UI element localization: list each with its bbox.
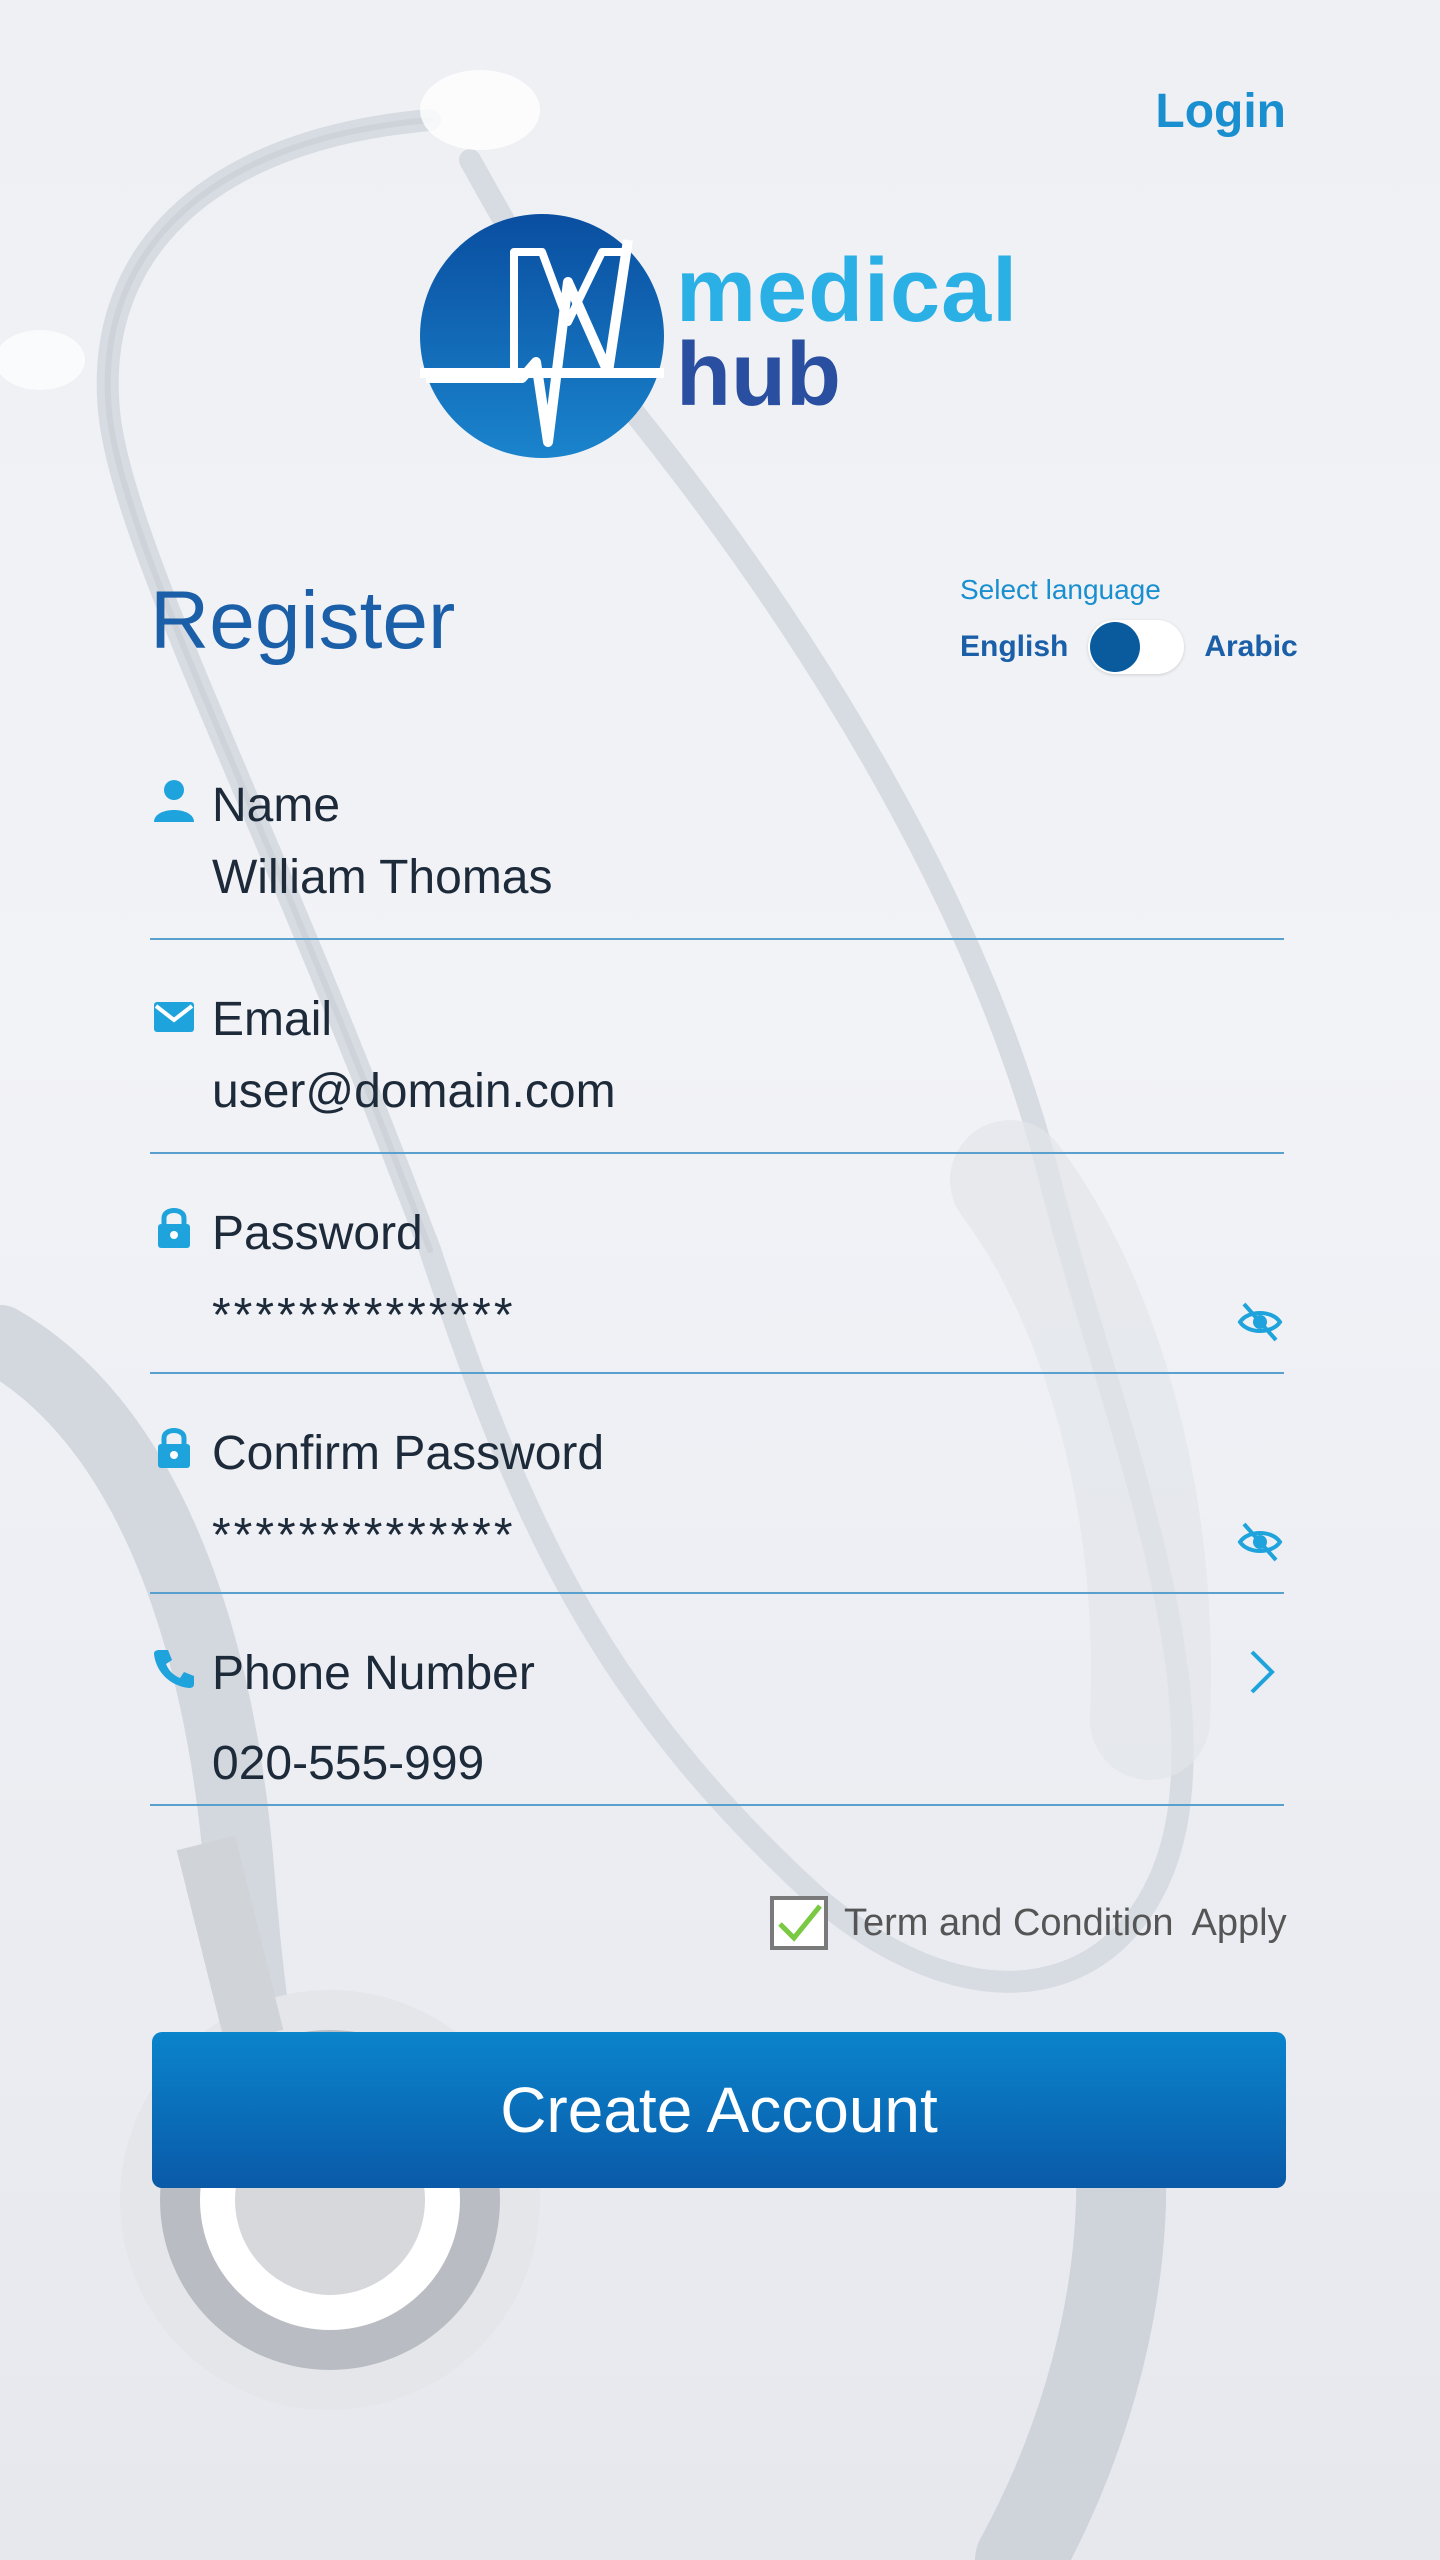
create-account-button[interactable]: Create Account: [152, 2032, 1286, 2188]
name-input[interactable]: William Thomas: [212, 854, 553, 902]
confirm-password-field[interactable]: Confirm Password **************: [150, 1420, 1284, 1594]
name-field[interactable]: Name William Thomas: [150, 772, 1284, 940]
logo-wordmark-medical: medical: [676, 241, 1019, 341]
confirm-password-input[interactable]: **************: [212, 1512, 516, 1560]
password-label: Password: [212, 1207, 423, 1260]
register-screen: Login medical hub Register Select langua…: [0, 0, 1440, 2560]
chevron-right-icon[interactable]: [1236, 1648, 1284, 1696]
eye-slash-icon[interactable]: [1236, 1518, 1284, 1566]
lock-icon: [158, 1208, 190, 1248]
person-icon: [154, 780, 194, 822]
language-option-english[interactable]: English: [960, 630, 1068, 664]
toggle-knob: [1090, 622, 1141, 672]
phone-icon: [154, 1650, 194, 1688]
page-title: Register: [150, 575, 456, 666]
confirm-password-label: Confirm Password: [212, 1427, 605, 1480]
language-caption: Select language: [960, 574, 1161, 605]
language-option-arabic[interactable]: Arabic: [1204, 630, 1297, 664]
email-field[interactable]: Email user@domain.com: [150, 986, 1284, 1154]
email-label: Email: [212, 993, 333, 1046]
terms-apply-text: Apply: [1191, 1901, 1287, 1944]
terms-row: Term and Condition Apply: [770, 1896, 1287, 1950]
language-toggle[interactable]: [1088, 620, 1185, 674]
eye-slash-icon[interactable]: [1236, 1298, 1284, 1346]
password-input[interactable]: **************: [212, 1292, 516, 1340]
language-selector: Select language English Arabic: [960, 574, 1300, 674]
pulse-logo-icon: [420, 214, 664, 458]
phone-number-field[interactable]: Phone Number 020-555-999: [150, 1640, 1284, 1806]
login-link[interactable]: Login: [1155, 84, 1286, 139]
email-input[interactable]: user@domain.com: [212, 1068, 616, 1116]
mail-icon: [154, 1002, 194, 1032]
terms-checkbox[interactable]: [770, 1896, 828, 1950]
password-field[interactable]: Password **************: [150, 1200, 1284, 1374]
logo-wordmark-hub: hub: [676, 325, 841, 425]
checkmark-icon: [778, 1904, 822, 1942]
lock-icon: [158, 1428, 190, 1468]
phone-number-label: Phone Number: [212, 1647, 535, 1700]
terms-link[interactable]: Term and Condition: [844, 1902, 1174, 1945]
medical-hub-logo: medical hub: [418, 212, 1058, 462]
name-label: Name: [212, 779, 341, 832]
phone-number-input[interactable]: 020-555-999: [212, 1740, 484, 1788]
